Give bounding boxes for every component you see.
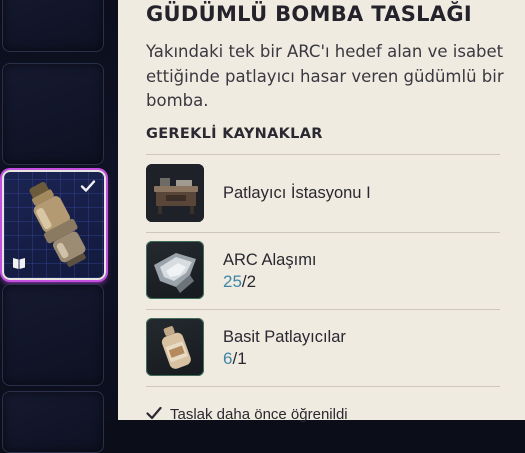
divider xyxy=(146,309,500,310)
workbench-icon xyxy=(146,164,204,222)
resource-row: ARC Alaşımı 25/2 xyxy=(146,241,500,305)
learned-status: Taslak daha önce öğrenildi xyxy=(146,406,348,423)
inventory-slot[interactable] xyxy=(2,0,104,52)
inventory-column xyxy=(0,0,118,453)
divider xyxy=(146,154,500,155)
owned-count: 25 xyxy=(223,272,242,291)
inventory-slot[interactable] xyxy=(2,391,104,453)
inventory-slot[interactable] xyxy=(2,63,104,165)
book-icon xyxy=(13,258,25,269)
check-icon xyxy=(146,406,162,420)
check-icon xyxy=(80,180,96,192)
bottle-icon xyxy=(146,318,204,376)
resource-row: Patlayıcı İstasyonu I xyxy=(146,164,500,228)
resource-name: ARC Alaşımı xyxy=(223,251,317,269)
divider xyxy=(146,386,500,387)
divider xyxy=(146,232,500,233)
inventory-slot-selected[interactable] xyxy=(2,170,106,280)
resource-quantity: 6/1 xyxy=(223,349,247,369)
resource-name: Basit Patlayıcılar xyxy=(223,328,346,346)
blueprint-description: Yakındaki tek bir ARC'ı hedef alan ve is… xyxy=(146,42,504,110)
blueprint-title: GÜDÜMLÜ BOMBA TASLAĞI xyxy=(146,2,473,26)
required-resources-heading: GEREKLİ KAYNAKLAR xyxy=(146,126,323,142)
resource-row: Basit Patlayıcılar 6/1 xyxy=(146,318,500,382)
learned-status-text: Taslak daha önce öğrenildi xyxy=(170,406,348,423)
alloy-icon xyxy=(146,241,204,299)
inventory-slot[interactable] xyxy=(2,284,104,386)
resource-quantity: 25/2 xyxy=(223,272,256,292)
blueprint-detail-panel: GÜDÜMLÜ BOMBA TASLAĞI Yakındaki tek bir … xyxy=(118,0,525,423)
required-count: 2 xyxy=(246,272,257,291)
resource-name: Patlayıcı İstasyonu I xyxy=(223,184,371,202)
required-count: 1 xyxy=(237,349,247,368)
